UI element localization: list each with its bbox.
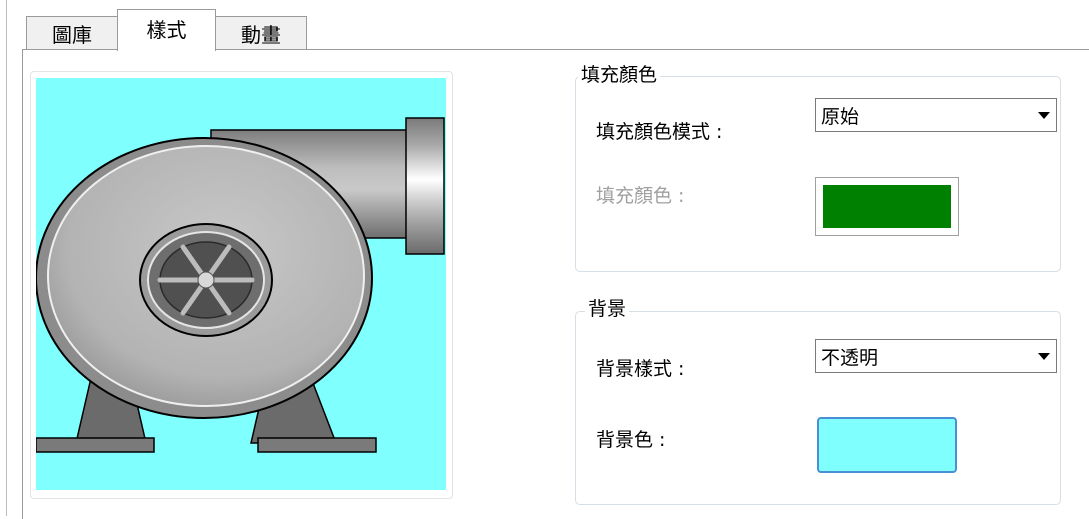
fill-color-button[interactable] xyxy=(815,177,959,236)
chevron-down-icon xyxy=(1038,112,1050,119)
tab-gallery-label: 圖庫 xyxy=(52,23,92,47)
background-style-label: 背景樣式 : xyxy=(596,358,685,380)
background-color-button[interactable] xyxy=(817,417,957,473)
fill-color-group-title: 填充顏色 xyxy=(578,63,661,87)
tab-gallery[interactable]: 圖庫 xyxy=(26,16,118,50)
background-group-title: 背景 xyxy=(585,297,630,321)
tab-style[interactable]: 樣式 xyxy=(117,9,216,51)
background-style-value: 不透明 xyxy=(821,346,879,369)
tab-animation[interactable]: 動畫 xyxy=(215,16,307,50)
preview-canvas xyxy=(35,78,446,490)
tab-style-label: 樣式 xyxy=(146,18,187,42)
fill-mode-value: 原始 xyxy=(821,105,860,128)
fill-mode-select[interactable]: 原始 xyxy=(815,98,1057,132)
chevron-down-icon xyxy=(1038,353,1050,360)
tab-animation-label: 動畫 xyxy=(241,23,281,47)
fill-color-swatch xyxy=(823,185,951,228)
background-color-label: 背景色 : xyxy=(596,429,666,451)
background-style-select[interactable]: 不透明 xyxy=(815,339,1057,373)
fill-color-label: 填充顏色 : xyxy=(596,185,685,207)
fill-mode-label: 填充顏色模式 : xyxy=(596,121,723,143)
tab-bar: 圖庫 樣式 動畫 xyxy=(0,0,1089,51)
centrifugal-fan-blower-icon xyxy=(35,117,445,453)
left-divider xyxy=(6,0,7,516)
